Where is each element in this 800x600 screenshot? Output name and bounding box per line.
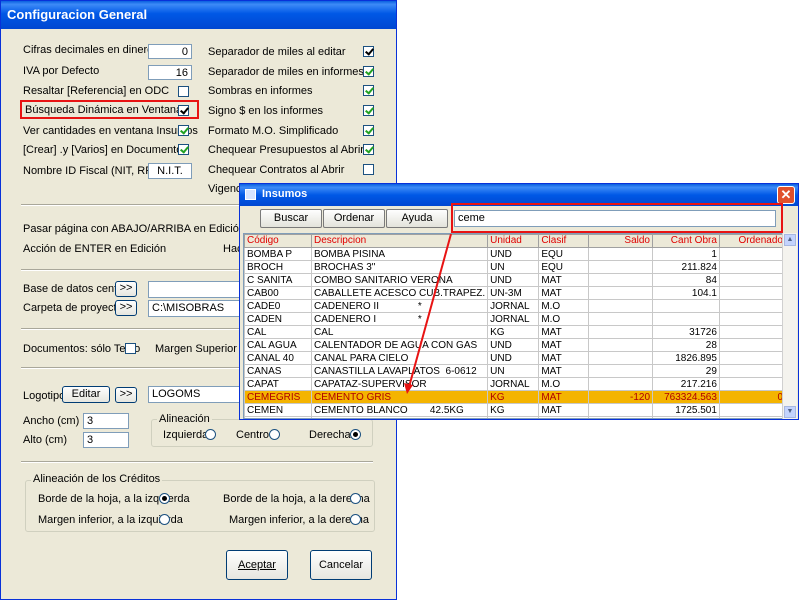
annotation-arrow [404,233,452,394]
arrow-line [408,233,452,388]
arrow-head [404,383,413,394]
